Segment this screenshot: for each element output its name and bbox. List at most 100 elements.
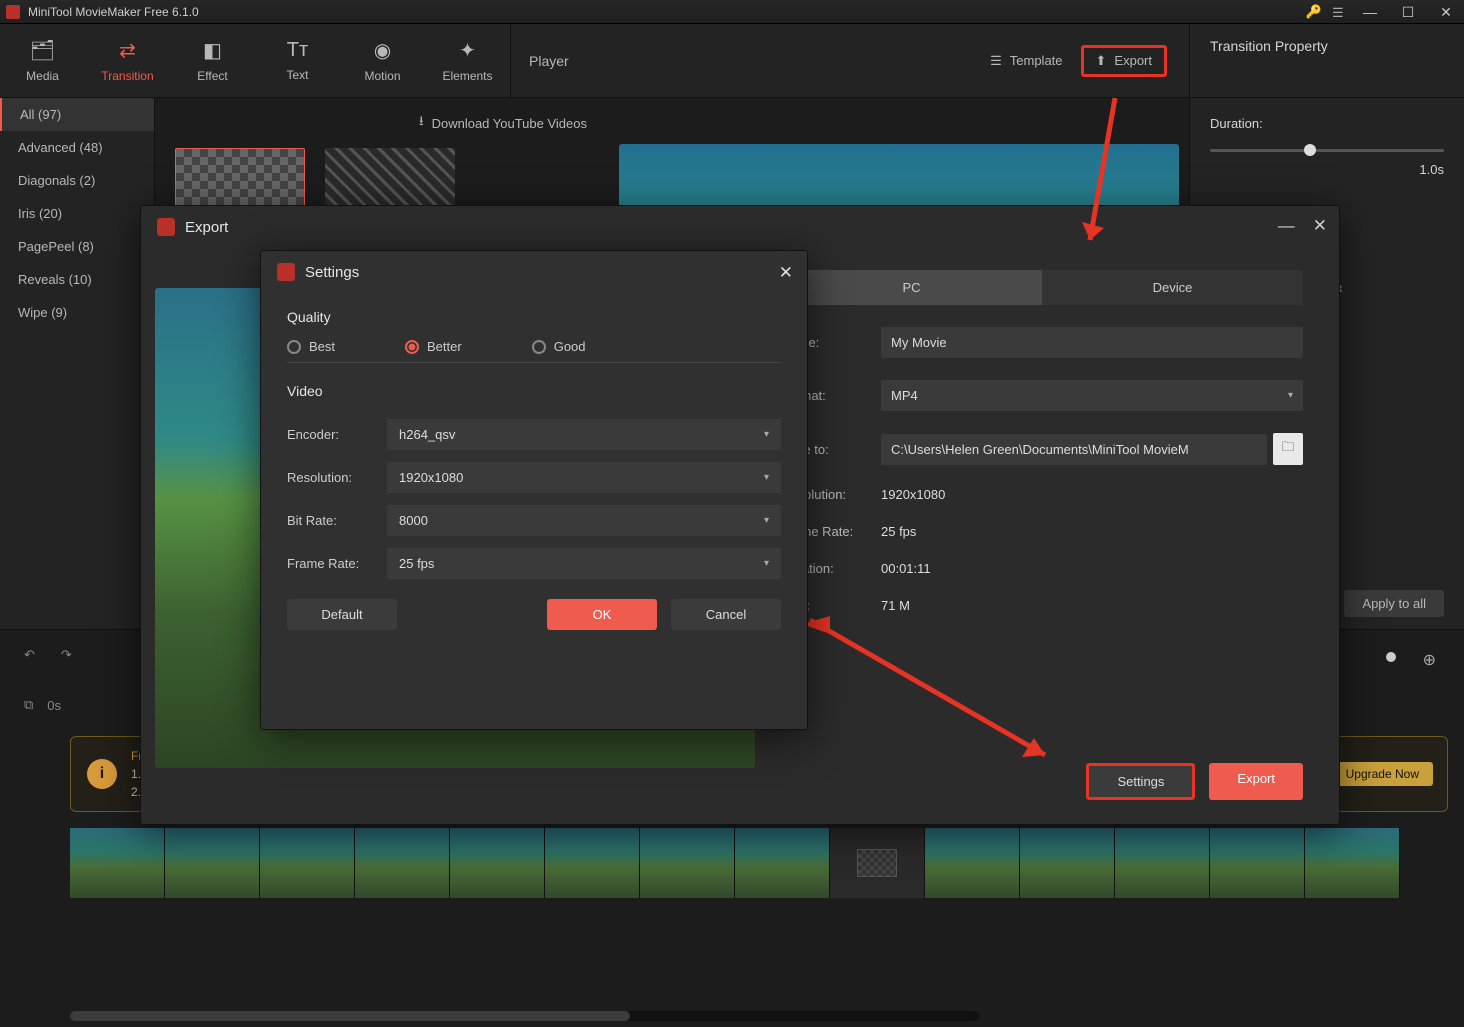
encoder-label: Encoder: — [287, 427, 387, 442]
license-key-icon[interactable]: 🔑 — [1306, 4, 1322, 20]
folder-icon: 🗂 — [30, 38, 55, 63]
download-youtube-link[interactable]: ⭳ Download YouTube Videos — [419, 112, 587, 134]
timeline-clip[interactable] — [735, 828, 830, 898]
undo-icon[interactable]: ↶ — [24, 647, 35, 663]
sidebar-item-reveals[interactable]: Reveals (10) — [0, 263, 154, 296]
timeline-clip[interactable] — [1305, 828, 1400, 898]
export-dialog-title: Export — [185, 219, 228, 236]
transition-property-panel-header: Transition Property — [1189, 24, 1464, 97]
timeline-tracks[interactable] — [70, 828, 1464, 898]
close-button[interactable]: ✕ — [1313, 216, 1327, 236]
sidebar-item-diagonals[interactable]: Diagonals (2) — [0, 164, 154, 197]
timeline-clip[interactable] — [545, 828, 640, 898]
duration-value: 1.0s — [1210, 162, 1444, 177]
timeline-clip[interactable] — [450, 828, 545, 898]
frame-rate-select[interactable]: 25 fps ▾ — [387, 548, 781, 579]
export-confirm-button[interactable]: Export — [1209, 763, 1303, 800]
download-icon: ⭳ — [419, 112, 424, 134]
text-icon: Tᴛ — [287, 39, 308, 62]
duration-label: Duration: — [1210, 116, 1444, 131]
redo-icon[interactable]: ↷ — [61, 647, 72, 663]
folder-icon: 🗀 — [1281, 438, 1294, 460]
bit-rate-select[interactable]: 8000 ▾ — [387, 505, 781, 536]
format-value: MP4 — [891, 388, 918, 403]
timeline-clip[interactable] — [640, 828, 735, 898]
tool-elements[interactable]: ✦ Elements — [425, 24, 510, 97]
minimize-button[interactable]: — — [1356, 0, 1384, 24]
tool-motion[interactable]: ◉ Motion — [340, 24, 425, 97]
resolution-select[interactable]: 1920x1080 ▾ — [387, 462, 781, 493]
timeline-clip[interactable] — [355, 828, 450, 898]
timeline-clip[interactable] — [70, 828, 165, 898]
timeline-clip[interactable] — [165, 828, 260, 898]
quality-best-radio[interactable]: Best — [287, 339, 335, 354]
encoder-select[interactable]: h264_qsv ▾ — [387, 419, 781, 450]
export-button[interactable]: ⬆ Export — [1081, 45, 1167, 77]
sidebar-item-wipe[interactable]: Wipe (9) — [0, 296, 154, 329]
zoom-knob[interactable] — [1386, 652, 1396, 662]
quality-good-radio[interactable]: Good — [532, 339, 586, 354]
tool-label: Text — [286, 68, 308, 82]
template-label: Template — [1010, 53, 1063, 68]
menu-icon[interactable]: ☰ — [1332, 5, 1346, 19]
app-title: MiniTool MovieMaker Free 6.1.0 — [28, 5, 199, 19]
scrollbar-thumb[interactable] — [70, 1011, 630, 1021]
template-button[interactable]: ☰ Template — [990, 53, 1062, 69]
format-select[interactable]: MP4 ▾ — [881, 380, 1303, 411]
timeline-clip[interactable] — [1210, 828, 1305, 898]
tab-pc[interactable]: PC — [781, 270, 1042, 305]
title-bar: MiniTool MovieMaker Free 6.1.0 🔑 ☰ — ☐ ✕ — [0, 0, 1464, 24]
zoom-in-icon[interactable]: ⊕ — [1423, 650, 1436, 670]
app-logo-icon — [277, 263, 295, 281]
tool-text[interactable]: Tᴛ Text — [255, 24, 340, 97]
maximize-button[interactable]: ☐ — [1394, 0, 1422, 24]
ok-button[interactable]: OK — [547, 599, 657, 630]
upload-icon: ⬆ — [1096, 53, 1107, 69]
name-input[interactable] — [881, 327, 1303, 358]
tool-label: Media — [26, 69, 59, 83]
tab-device[interactable]: Device — [1042, 270, 1303, 305]
slider-knob[interactable] — [1304, 144, 1316, 156]
sidebar-item-all[interactable]: All (97) — [0, 98, 154, 131]
timeline-scrollbar[interactable] — [70, 1011, 980, 1021]
timeline-clip[interactable] — [1115, 828, 1210, 898]
sidebar-item-iris[interactable]: Iris (20) — [0, 197, 154, 230]
default-button[interactable]: Default — [287, 599, 397, 630]
video-heading: Video — [287, 383, 781, 399]
sidebar-item-pagepeel[interactable]: PagePeel (8) — [0, 230, 154, 263]
browse-button[interactable]: 🗀 — [1273, 433, 1303, 465]
timeline-clip[interactable] — [925, 828, 1020, 898]
tool-transition[interactable]: ⇄ Transition — [85, 24, 170, 97]
timeline-clip[interactable] — [1020, 828, 1115, 898]
timeline-transition-slot[interactable] — [830, 828, 925, 898]
cancel-button[interactable]: Cancel — [671, 599, 781, 630]
player-label: Player — [529, 53, 569, 69]
resolution-value: 1920x1080 — [399, 470, 463, 485]
duration-value: 00:01:11 — [881, 561, 931, 576]
upgrade-now-button[interactable]: Upgrade Now — [1332, 762, 1433, 786]
transition-property-label: Transition Property — [1210, 38, 1328, 54]
motion-icon: ◉ — [374, 38, 391, 63]
main-toolbar: 🗂 Media ⇄ Transition ◧ Effect Tᴛ Text ◉ … — [0, 24, 1464, 98]
settings-dialog-title: Settings — [305, 264, 359, 281]
add-track-icon[interactable]: ⧉ — [24, 697, 33, 713]
tool-label: Motion — [364, 69, 400, 83]
frame-rate-label: Frame Rate: — [287, 556, 387, 571]
export-label: Export — [1114, 53, 1152, 68]
radio-label: Good — [554, 339, 586, 354]
timeline-clip[interactable] — [260, 828, 355, 898]
close-button[interactable]: ✕ — [779, 263, 793, 283]
duration-slider[interactable] — [1210, 149, 1444, 152]
close-button[interactable]: ✕ — [1432, 0, 1460, 24]
sidebar-item-advanced[interactable]: Advanced (48) — [0, 131, 154, 164]
resolution-label: Resolution: — [287, 470, 387, 485]
tool-effect[interactable]: ◧ Effect — [170, 24, 255, 97]
stack-icon: ☰ — [990, 53, 1002, 69]
encoder-value: h264_qsv — [399, 427, 455, 442]
chevron-down-icon: ▾ — [764, 429, 769, 440]
minimize-button[interactable]: — — [1278, 216, 1295, 236]
settings-button[interactable]: Settings — [1086, 763, 1195, 800]
quality-better-radio[interactable]: Better — [405, 339, 462, 354]
tool-media[interactable]: 🗂 Media — [0, 24, 85, 97]
apply-to-all-button[interactable]: Apply to all — [1344, 590, 1444, 617]
